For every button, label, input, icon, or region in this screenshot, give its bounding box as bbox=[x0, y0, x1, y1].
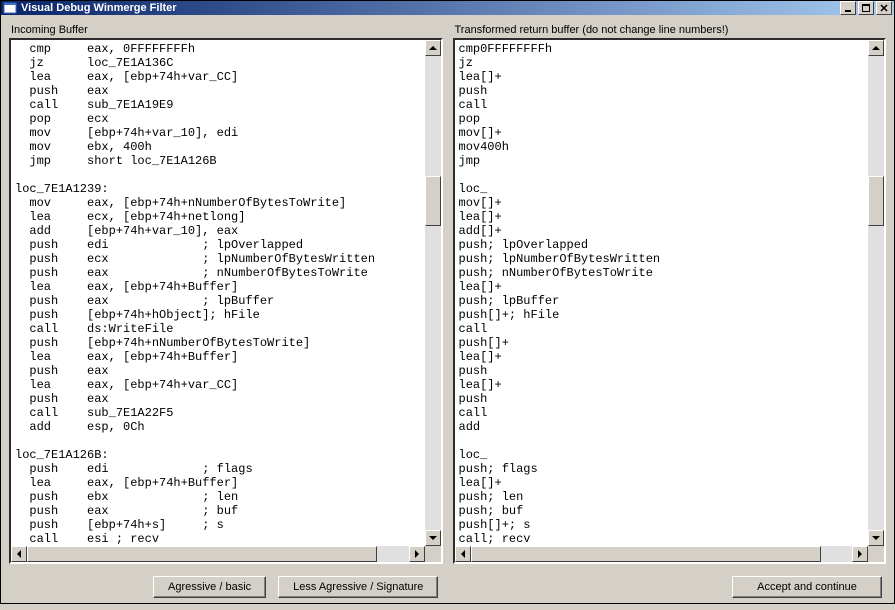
maximize-button[interactable] bbox=[858, 1, 874, 15]
scroll-corner bbox=[425, 546, 441, 562]
scroll-thumb[interactable] bbox=[425, 176, 441, 226]
scroll-thumb[interactable] bbox=[868, 176, 884, 226]
transformed-buffer-box: cmp0FFFFFFFFh jz lea[]+ push call pop mo… bbox=[453, 38, 887, 564]
right-pane-label: Transformed return buffer (do not change… bbox=[453, 20, 887, 38]
right-pane: Transformed return buffer (do not change… bbox=[453, 20, 887, 564]
scroll-down-button[interactable] bbox=[868, 530, 884, 546]
scroll-up-button[interactable] bbox=[425, 40, 441, 56]
button-row: Agressive / basic Less Agressive / Signa… bbox=[9, 564, 886, 602]
scroll-track[interactable] bbox=[425, 56, 441, 530]
right-horizontal-scrollbar[interactable] bbox=[455, 546, 869, 562]
minimize-button[interactable] bbox=[840, 1, 856, 15]
scroll-left-button[interactable] bbox=[11, 546, 27, 562]
transformed-buffer-text[interactable]: cmp0FFFFFFFFh jz lea[]+ push call pop mo… bbox=[455, 40, 885, 562]
incoming-buffer-text[interactable]: cmp eax, 0FFFFFFFFh jz loc_7E1A136C lea … bbox=[11, 40, 441, 562]
left-pane: Incoming Buffer cmp eax, 0FFFFFFFFh jz l… bbox=[9, 20, 443, 564]
left-pane-label: Incoming Buffer bbox=[9, 20, 443, 38]
titlebar: Visual Debug Winmerge Filter bbox=[1, 1, 894, 15]
window-title: Visual Debug Winmerge Filter bbox=[21, 2, 838, 14]
right-vertical-scrollbar[interactable] bbox=[868, 40, 884, 546]
scroll-track[interactable] bbox=[27, 546, 409, 562]
scroll-up-button[interactable] bbox=[868, 40, 884, 56]
scroll-track[interactable] bbox=[868, 56, 884, 530]
app-icon bbox=[3, 1, 17, 15]
left-horizontal-scrollbar[interactable] bbox=[11, 546, 425, 562]
incoming-buffer-box: cmp eax, 0FFFFFFFFh jz loc_7E1A136C lea … bbox=[9, 38, 443, 564]
less-agressive-signature-button[interactable]: Less Agressive / Signature bbox=[278, 576, 438, 598]
scroll-right-button[interactable] bbox=[409, 546, 425, 562]
scroll-right-button[interactable] bbox=[852, 546, 868, 562]
scroll-left-button[interactable] bbox=[455, 546, 471, 562]
close-button[interactable] bbox=[876, 1, 892, 15]
agressive-basic-button[interactable]: Agressive / basic bbox=[153, 576, 266, 598]
scroll-thumb[interactable] bbox=[27, 546, 377, 562]
accept-continue-button[interactable]: Accept and continue bbox=[732, 576, 882, 598]
scroll-thumb[interactable] bbox=[471, 546, 821, 562]
main-window: Visual Debug Winmerge Filter Incoming Bu… bbox=[0, 0, 895, 604]
left-vertical-scrollbar[interactable] bbox=[425, 40, 441, 546]
scroll-corner bbox=[868, 546, 884, 562]
scroll-track[interactable] bbox=[471, 546, 853, 562]
scroll-down-button[interactable] bbox=[425, 530, 441, 546]
client-area: Incoming Buffer cmp eax, 0FFFFFFFFh jz l… bbox=[1, 15, 894, 610]
